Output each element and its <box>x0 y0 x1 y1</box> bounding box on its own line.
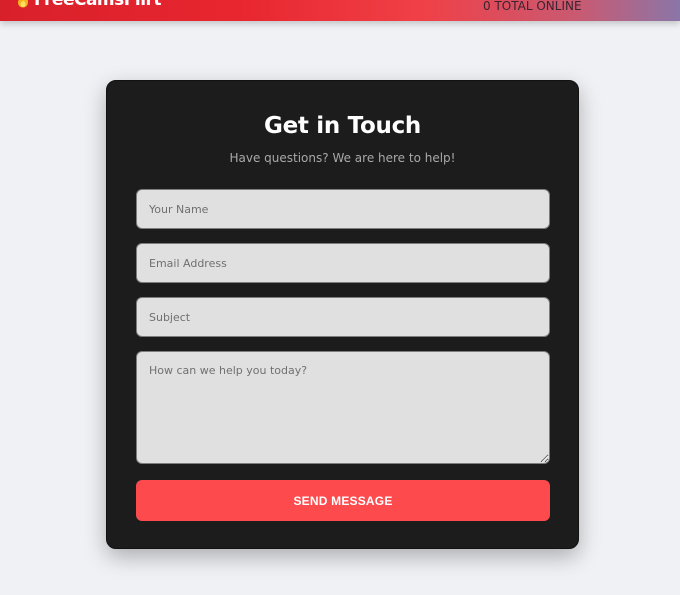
email-input[interactable] <box>136 243 550 283</box>
top-header-bar: FreeCamsFlirt 0 TOTAL ONLINE <box>0 0 680 21</box>
contact-card: Get in Touch Have questions? We are here… <box>106 80 579 549</box>
subject-input[interactable] <box>136 297 550 337</box>
logo-text: FreeCamsFlirt <box>34 0 162 10</box>
flame-icon <box>18 0 28 8</box>
site-logo[interactable]: FreeCamsFlirt <box>17 0 162 10</box>
send-message-button[interactable]: SEND MESSAGE <box>136 480 550 521</box>
page-subtitle: Have questions? We are here to help! <box>229 151 456 165</box>
name-input[interactable] <box>136 189 550 229</box>
page-title: Get in Touch <box>264 113 421 139</box>
online-count: 0 TOTAL ONLINE <box>483 0 582 13</box>
message-textarea[interactable] <box>136 351 550 464</box>
